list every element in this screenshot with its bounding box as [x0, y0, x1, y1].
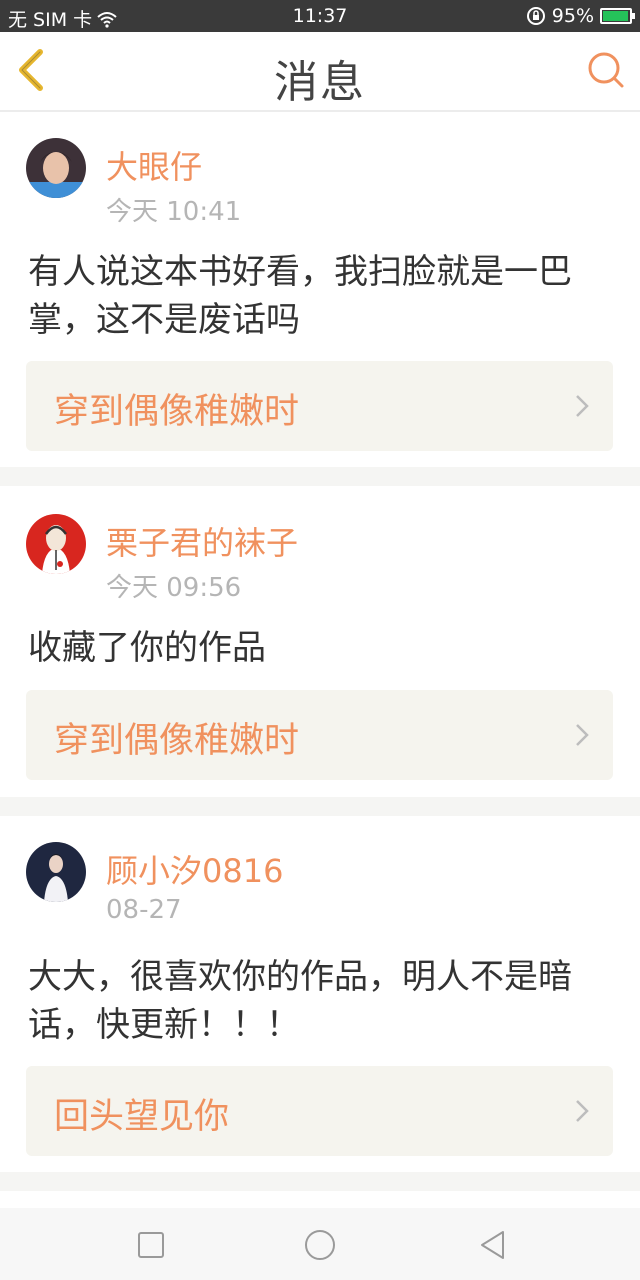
message-time: 今天 09:56: [106, 573, 242, 603]
message-card: 大眼仔 今天 10:41 有人说这本书好看，我扫脸就是一巴掌，这不是废话吗 穿到…: [0, 112, 640, 467]
username[interactable]: 顾小汐0816: [106, 846, 283, 892]
avatar[interactable]: [26, 138, 86, 198]
user-photo-avatar: [26, 842, 86, 902]
back-triangle-icon[interactable]: [476, 1228, 510, 1262]
work-title: 回头望见你: [54, 1097, 230, 1137]
message-text: 大大，很喜欢你的作品，明人不是暗话，快更新！！！: [28, 957, 572, 1045]
search-icon[interactable]: [586, 50, 626, 90]
user-photo-avatar: [26, 138, 86, 198]
avatar[interactable]: [26, 842, 86, 902]
battery-fill: [603, 11, 628, 21]
status-bar: 无 SIM 卡 11:37 95%: [0, 0, 640, 32]
message-text: 有人说这本书好看，我扫脸就是一巴掌，这不是废话吗: [28, 252, 572, 340]
battery-icon: [600, 8, 635, 24]
avatar[interactable]: [26, 514, 86, 574]
chevron-right-icon: [576, 395, 589, 417]
recent-apps-icon[interactable]: [134, 1228, 168, 1262]
status-right: 95%: [526, 5, 635, 27]
system-nav-bar: [0, 1208, 640, 1280]
chevron-right-icon: [576, 1100, 589, 1122]
message-time: 08-27: [106, 895, 182, 925]
page-title: 消息: [274, 57, 366, 108]
username[interactable]: 大眼仔: [106, 142, 202, 188]
message-time: 今天 10:41: [106, 197, 242, 227]
work-title: 穿到偶像稚嫩时: [54, 721, 300, 761]
work-title: 穿到偶像稚嫩时: [54, 392, 300, 432]
rotation-lock-icon: [526, 7, 545, 25]
message-card: 顾小汐0816 08-27 大大，很喜欢你的作品，明人不是暗话，快更新！！！ 回…: [0, 816, 640, 1172]
message-card-partial: [0, 1191, 640, 1208]
user-drawing-avatar: [26, 514, 86, 574]
work-link[interactable]: 穿到偶像稚嫩时: [26, 690, 613, 780]
message-text: 收藏了你的作品: [28, 628, 266, 668]
work-link[interactable]: 穿到偶像稚嫩时: [26, 361, 613, 451]
message-card: 栗子君的袜子 今天 09:56 收藏了你的作品 穿到偶像稚嫩时: [0, 486, 640, 797]
work-link[interactable]: 回头望见你: [26, 1066, 613, 1156]
battery-percent: 95%: [551, 5, 594, 27]
app-header: 消息: [0, 32, 640, 112]
username[interactable]: 栗子君的袜子: [106, 518, 298, 564]
home-icon[interactable]: [303, 1228, 337, 1262]
chevron-right-icon: [576, 724, 589, 746]
